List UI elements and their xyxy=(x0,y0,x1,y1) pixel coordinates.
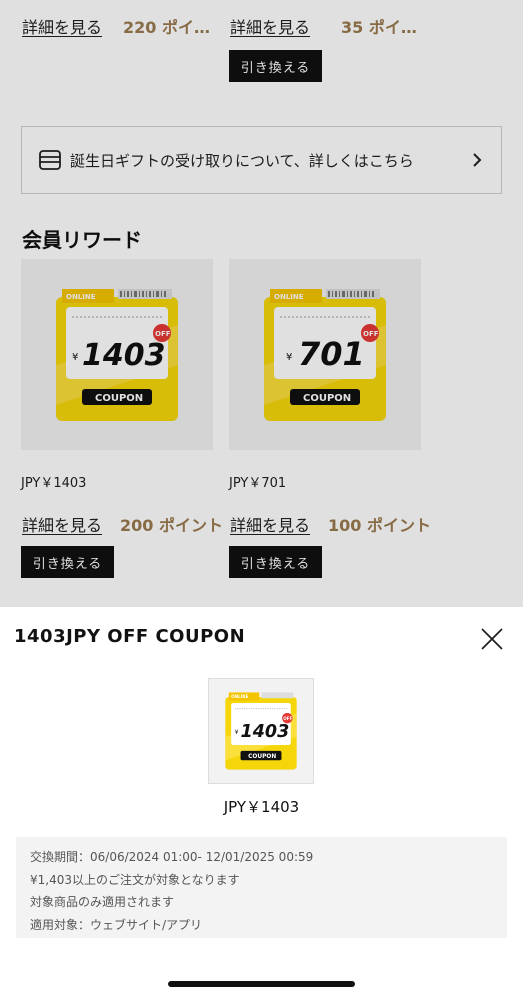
modal-backdrop[interactable] xyxy=(0,0,523,607)
sheet-title: 1403JPY OFF COUPON xyxy=(14,626,246,647)
svg-text:1403: 1403 xyxy=(241,722,290,742)
home-indicator[interactable] xyxy=(168,981,355,987)
close-icon[interactable] xyxy=(480,627,504,651)
svg-text:ONLINE: ONLINE xyxy=(231,694,248,699)
svg-text:OFF: OFF xyxy=(283,716,292,721)
rewards-page: 詳細を見る 220 ポイ… 詳細を見る 35 ポイ… 引き換える 誕生日ギフトの… xyxy=(0,0,523,999)
info-eligible-items: 対象商品のみ適用されます xyxy=(30,895,175,909)
svg-text:¥: ¥ xyxy=(235,730,239,736)
sheet-price: JPY￥1403 xyxy=(223,798,300,816)
svg-text:COUPON: COUPON xyxy=(248,754,276,760)
coupon-illustration: ONLINE ¥ 1403 OFF COUPON xyxy=(225,692,297,770)
coupon-info-box: 交換期間：06/06/2024 01:00- 12/01/2025 00:59 … xyxy=(16,837,507,938)
info-exchange-period: 交換期間：06/06/2024 01:00- 12/01/2025 00:59 xyxy=(30,850,314,864)
info-applicable-channels: 適用対象：ウェブサイト/アプリ xyxy=(30,917,203,932)
coupon-detail-sheet: 1403JPY OFF COUPON ONLINE ¥ 1403 OFF COU… xyxy=(0,607,523,999)
info-min-order: ¥1,403以上のご注文が対象となります xyxy=(30,872,240,887)
sheet-coupon-image: ONLINE ¥ 1403 OFF COUPON xyxy=(208,678,314,784)
